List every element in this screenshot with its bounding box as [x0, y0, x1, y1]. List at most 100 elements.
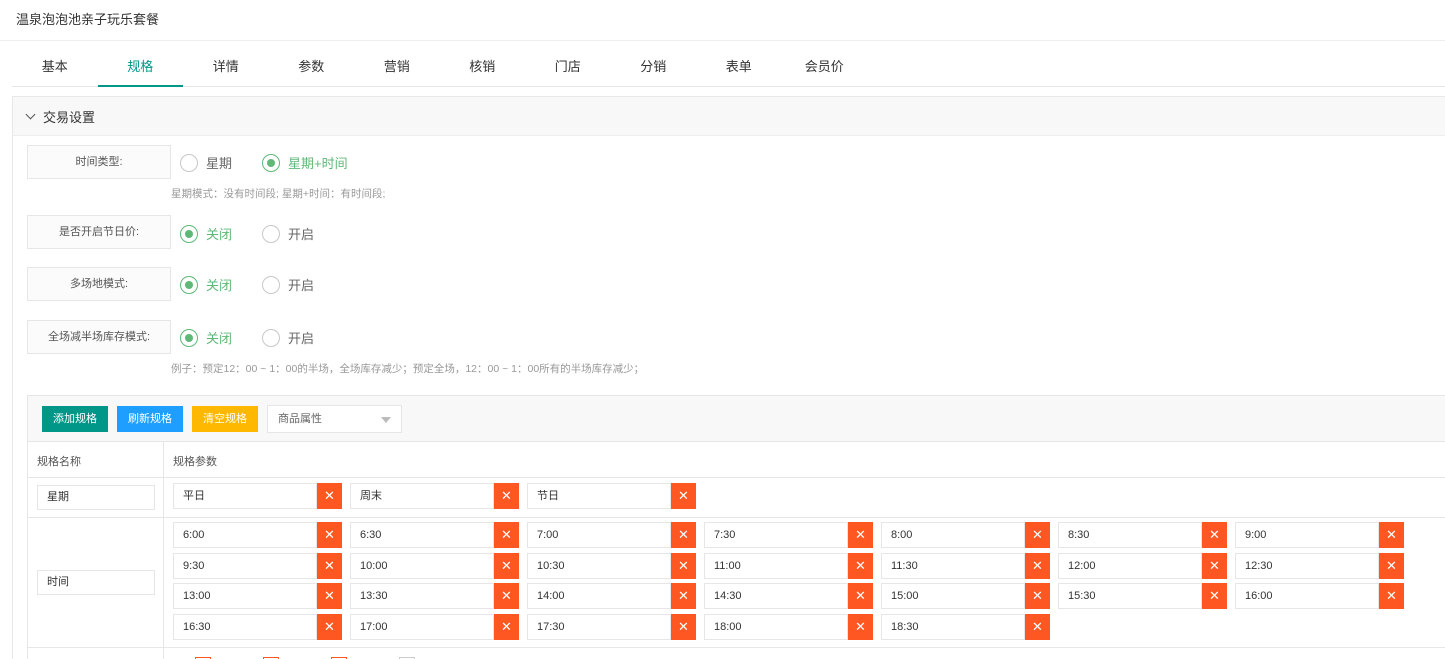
spec-value-input[interactable]: 12:30: [1235, 552, 1379, 579]
spec-value-input[interactable]: 15:30: [1058, 583, 1202, 609]
spec-value-input[interactable]: 16:00: [1235, 583, 1379, 609]
multi-venue-off-radio[interactable]: 关闭: [180, 275, 232, 294]
time-type-week-time-radio[interactable]: 星期+时间: [262, 153, 348, 172]
spec-value-input[interactable]: 7:00: [527, 522, 671, 548]
delete-value-icon[interactable]: ✕: [317, 583, 342, 609]
tab-verification[interactable]: 核销: [440, 48, 526, 86]
spec-value-input[interactable]: 18:30: [881, 613, 1025, 640]
spec-value-input[interactable]: 6:00: [173, 522, 317, 548]
refresh-spec-button[interactable]: 刷新规格: [117, 405, 183, 432]
spec-value-input[interactable]: 18:00: [704, 613, 848, 640]
column-spec-name: 规格名称: [37, 456, 81, 468]
spec-value-chip: 9:30 ✕: [173, 552, 342, 579]
delete-value-icon[interactable]: ✕: [1202, 522, 1227, 548]
delete-value-icon[interactable]: ✕: [494, 483, 519, 509]
spec-value-input[interactable]: 13:30: [350, 583, 494, 609]
spec-value-chip: 平日 ✕: [173, 483, 342, 509]
time-type-week-radio[interactable]: 星期: [180, 153, 232, 172]
multi-venue-on-radio[interactable]: 开启: [262, 275, 314, 294]
delete-value-icon[interactable]: ✕: [1025, 583, 1050, 609]
delete-value-icon[interactable]: ✕: [1025, 613, 1050, 640]
delete-value-icon[interactable]: ✕: [671, 583, 696, 609]
spec-value-input[interactable]: 15:00: [881, 583, 1025, 609]
spec-value-input[interactable]: 14:30: [704, 583, 848, 609]
spec-value-input[interactable]: 17:00: [350, 613, 494, 640]
delete-value-icon[interactable]: ✕: [1025, 552, 1050, 579]
tab-member-price[interactable]: 会员价: [782, 48, 868, 86]
delete-value-icon[interactable]: ✕: [671, 552, 696, 579]
spec-value-input[interactable]: 16:30: [173, 613, 317, 640]
product-attribute-select[interactable]: 商品属性: [267, 404, 402, 433]
delete-value-icon[interactable]: ✕: [317, 613, 342, 640]
spec-toolbar: 添加规格 刷新规格 清空规格 商品属性: [28, 396, 1445, 442]
spec-name-input[interactable]: 星期: [37, 485, 155, 510]
spec-value-input[interactable]: 10:30: [527, 552, 671, 579]
radio-icon: [262, 275, 281, 294]
delete-value-icon[interactable]: ✕: [671, 483, 696, 509]
spec-value-input[interactable]: 12:00: [1058, 552, 1202, 579]
delete-value-icon[interactable]: ✕: [1202, 583, 1227, 609]
delete-value-icon[interactable]: ✕: [494, 522, 519, 548]
half-stock-on-radio[interactable]: 开启: [262, 328, 314, 347]
tab-details[interactable]: 详情: [183, 48, 269, 86]
delete-value-icon[interactable]: ✕: [317, 552, 342, 579]
half-stock-off-radio[interactable]: 关闭: [180, 328, 232, 347]
delete-value-icon[interactable]: ✕: [317, 483, 342, 509]
spec-value-input[interactable]: 14:00: [527, 583, 671, 609]
spec-value-input[interactable]: 8:00: [881, 522, 1025, 548]
spec-value-input[interactable]: 9:30: [173, 552, 317, 579]
spec-value-input[interactable]: 10:00: [350, 552, 494, 579]
spec-value-input[interactable]: 13:00: [173, 583, 317, 609]
spec-value-input[interactable]: 7:30: [704, 522, 848, 548]
delete-value-icon[interactable]: ✕: [671, 522, 696, 548]
delete-value-icon[interactable]: ✕: [848, 613, 873, 640]
delete-value-icon[interactable]: ✕: [848, 552, 873, 579]
delete-value-icon[interactable]: ✕: [494, 552, 519, 579]
spec-value-chip: 12:30 ✕: [1235, 552, 1404, 579]
delete-value-icon[interactable]: ✕: [1379, 583, 1404, 609]
delete-value-icon[interactable]: ✕: [1379, 552, 1404, 579]
delete-value-icon[interactable]: ✕: [671, 613, 696, 640]
holiday-price-off-radio[interactable]: 关闭: [180, 224, 232, 243]
tab-bar: 基本 规格 详情 参数 营销 核销 门店 分销 表单 会员价: [12, 48, 1445, 87]
tab-forms[interactable]: 表单: [696, 48, 782, 86]
spec-value-chip: 10:00 ✕: [350, 552, 519, 579]
spec-value-chip: 7:30 ✕: [704, 522, 873, 548]
delete-value-icon[interactable]: ✕: [317, 522, 342, 548]
spec-value-chip: 17:30 ✕: [527, 613, 696, 640]
spec-value-chip: 15:00 ✕: [881, 583, 1050, 609]
spec-value-input[interactable]: 节日: [527, 483, 671, 509]
time-type-radio-group: 星期 星期+时间: [180, 153, 378, 172]
delete-value-icon[interactable]: ✕: [848, 583, 873, 609]
tab-stores[interactable]: 门店: [525, 48, 611, 86]
spec-value-input[interactable]: 9:00: [1235, 522, 1379, 548]
spec-value-input[interactable]: 周末: [350, 483, 494, 509]
tab-marketing[interactable]: 营销: [354, 48, 440, 86]
delete-value-icon[interactable]: ✕: [1379, 522, 1404, 548]
clear-spec-button[interactable]: 清空规格: [192, 405, 258, 432]
holiday-price-on-radio[interactable]: 开启: [262, 224, 314, 243]
spec-value-chip: 14:00 ✕: [527, 583, 696, 609]
add-spec-button[interactable]: 添加规格: [42, 405, 108, 432]
delete-value-icon[interactable]: ✕: [494, 583, 519, 609]
delete-value-icon[interactable]: ✕: [494, 613, 519, 640]
delete-value-icon[interactable]: ✕: [1025, 522, 1050, 548]
spec-name-input[interactable]: 时间: [37, 569, 155, 595]
tab-distribution[interactable]: 分销: [611, 48, 697, 86]
spec-value-input[interactable]: 11:00: [704, 552, 848, 579]
spec-value-input[interactable]: 6:30: [350, 522, 494, 548]
spec-value-input[interactable]: 8:30: [1058, 522, 1202, 548]
spec-value-input[interactable]: 11:30: [881, 552, 1025, 579]
radio-checked-icon: [180, 275, 198, 294]
half-stock-hint: 例子：预定12：00 ~ 1：00的半场，全场库存减少；预定全场，12：00 ~…: [171, 363, 645, 375]
tab-basic[interactable]: 基本: [12, 48, 98, 86]
spec-value-input[interactable]: 平日: [173, 483, 317, 509]
chevron-down-icon: [25, 109, 36, 119]
tab-params[interactable]: 参数: [269, 48, 355, 86]
trade-settings-header[interactable]: 交易设置: [13, 97, 1445, 136]
half-stock-label: 全场减半场库存模式:: [27, 320, 171, 354]
delete-value-icon[interactable]: ✕: [1202, 552, 1227, 579]
spec-value-input[interactable]: 17:30: [527, 613, 671, 640]
tab-spec[interactable]: 规格: [97, 48, 184, 87]
delete-value-icon[interactable]: ✕: [848, 522, 873, 548]
